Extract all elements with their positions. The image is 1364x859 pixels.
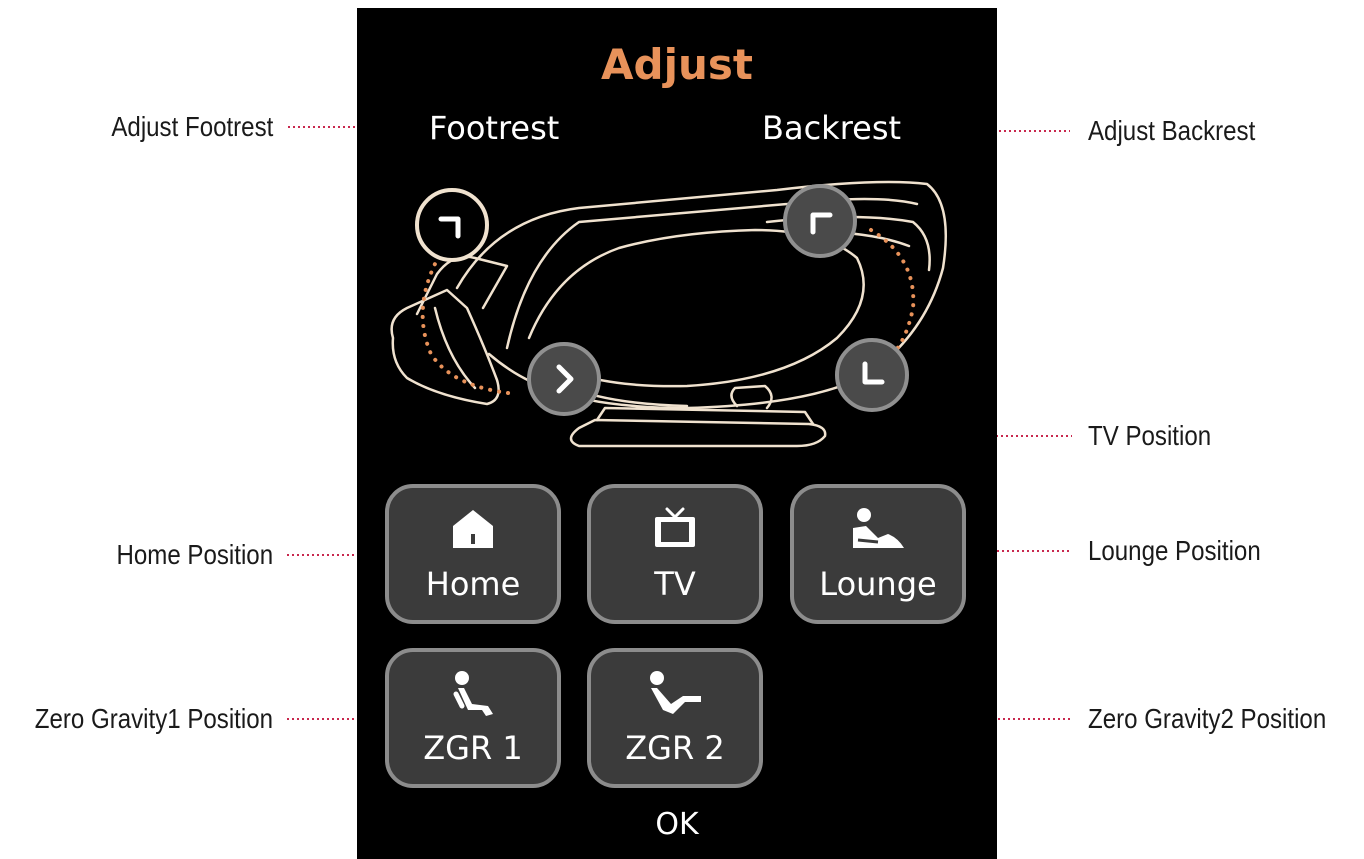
backrest-recline-button[interactable] xyxy=(835,338,909,412)
footrest-down-chevron-icon xyxy=(556,364,574,394)
home-position-button[interactable]: Home xyxy=(385,484,561,624)
callout-tv-position: TV Position xyxy=(1088,420,1212,451)
backrest-raise-button[interactable] xyxy=(783,184,857,258)
reclined-person-icon xyxy=(591,670,759,716)
callout-home-position: Home Position xyxy=(116,539,273,570)
tv-position-button[interactable]: TV xyxy=(587,484,763,624)
reclining-person-icon xyxy=(794,506,962,552)
lounge-position-button[interactable]: Lounge xyxy=(790,484,966,624)
zgr2-position-button[interactable]: ZGR 2 xyxy=(587,648,763,788)
device-screen: Adjust Footrest Backrest Home TV Lounge … xyxy=(357,8,997,859)
zgr1-position-label: ZGR 1 xyxy=(423,729,523,767)
callout-zero-gravity2-position: Zero Gravity2 Position xyxy=(1088,703,1327,734)
backrest-down-chevron-icon xyxy=(862,361,885,385)
backrest-motion-arc xyxy=(869,228,916,356)
footrest-up-chevron-icon xyxy=(438,216,461,239)
lounge-position-label: Lounge xyxy=(819,565,937,603)
callout-adjust-backrest: Adjust Backrest xyxy=(1088,115,1256,146)
tv-position-label: TV xyxy=(654,565,696,603)
tv-icon xyxy=(591,506,759,552)
backrest-up-chevron-icon xyxy=(810,212,833,235)
footrest-raise-button[interactable] xyxy=(415,188,489,262)
callout-zero-gravity1-position: Zero Gravity1 Position xyxy=(34,703,273,734)
callout-adjust-footrest: Adjust Footrest xyxy=(111,111,273,142)
seated-person-icon xyxy=(389,670,557,716)
zgr2-position-label: ZGR 2 xyxy=(625,729,725,767)
callout-lounge-position: Lounge Position xyxy=(1088,535,1261,566)
footrest-lower-button[interactable] xyxy=(527,342,601,416)
zgr1-position-button[interactable]: ZGR 1 xyxy=(385,648,561,788)
ok-button[interactable]: OK xyxy=(357,810,997,840)
home-position-label: Home xyxy=(425,565,521,603)
house-icon xyxy=(389,506,557,552)
